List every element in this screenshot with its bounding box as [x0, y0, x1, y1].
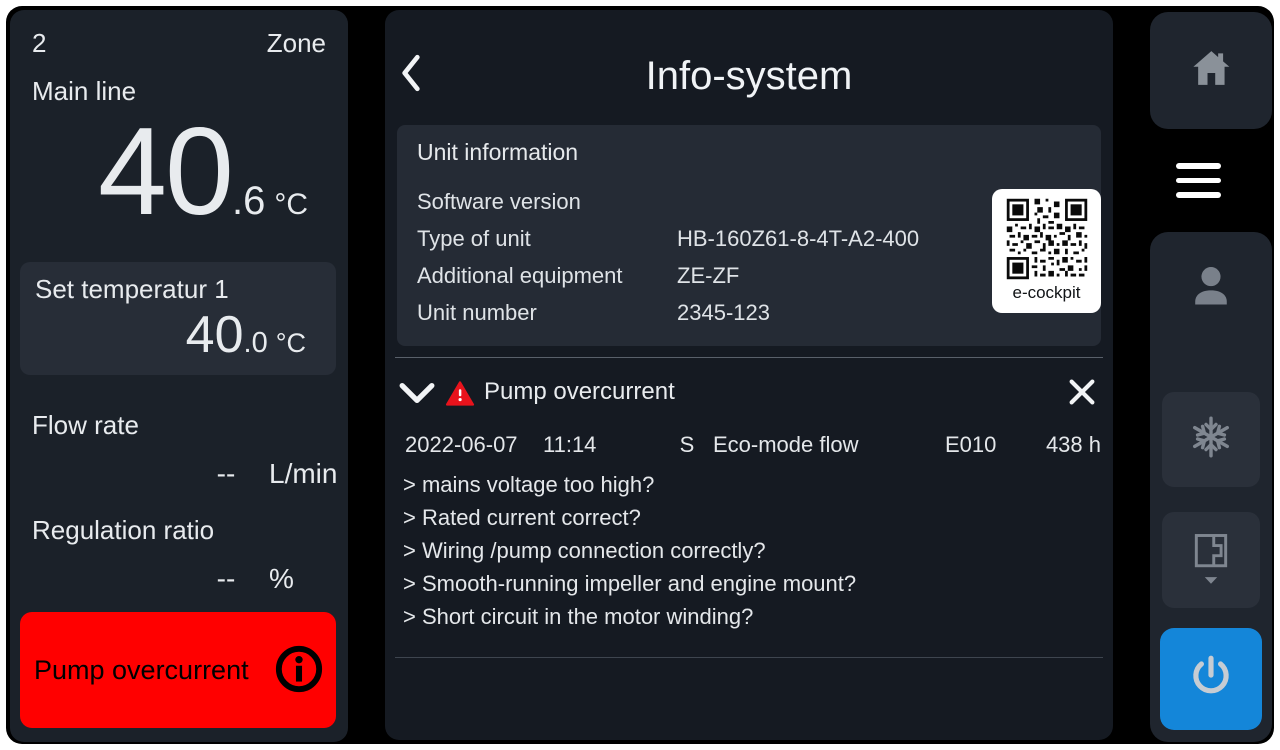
row-value: ZE-ZF	[677, 263, 981, 289]
row-label: Additional equipment	[417, 263, 677, 289]
menu-icon	[1176, 163, 1221, 198]
set-temperature-card[interactable]: Set temperatur 1 40.0 °C	[20, 262, 336, 375]
unit-information-title: Unit information	[417, 139, 578, 166]
set-temperature-int: 40	[186, 306, 244, 364]
alarm-date: 2022-06-07	[405, 432, 543, 458]
zone-label: Zone	[267, 28, 326, 59]
set-temperature-fraction: .0	[244, 327, 268, 359]
main-temperature-value: 40	[98, 103, 232, 241]
alarm-message: Eco-mode flow	[713, 432, 945, 458]
chevron-down-icon[interactable]	[399, 381, 435, 410]
snowflake-icon	[1187, 413, 1235, 466]
divider	[395, 357, 1103, 358]
close-icon[interactable]	[1067, 377, 1097, 412]
zone-number: 2	[32, 28, 46, 59]
device-screen: 2 Zone Main line 40.6°C Set temperatur 1…	[6, 6, 1274, 744]
check-item: > mains voltage too high?	[403, 468, 1095, 501]
power-icon	[1188, 654, 1234, 705]
row-value: HB-160Z61-8-4T-A2-400	[677, 226, 981, 252]
page-title: Info-system	[385, 54, 1113, 99]
flow-rate-value: --	[203, 458, 249, 490]
flow-rate-unit: L/min	[269, 458, 337, 490]
regulation-ratio-label: Regulation ratio	[32, 515, 214, 546]
alarm-detail-title: Pump overcurrent	[484, 378, 675, 406]
row-label: Unit number	[417, 300, 677, 326]
unit-information-rows: Software version Type of unit HB-160Z61-…	[417, 183, 981, 331]
unit-info-row: Software version	[417, 183, 981, 220]
warning-triangle-icon	[445, 380, 475, 412]
sidebar-cooling-button[interactable]	[1162, 392, 1260, 487]
sidebar-mold-button[interactable]	[1162, 512, 1260, 608]
alarm-time: 11:14	[543, 432, 661, 458]
unit-information-card: Unit information Software version Type o…	[397, 125, 1101, 346]
sidebar-home-button[interactable]	[1150, 12, 1272, 129]
alarm-code: E010	[945, 432, 1033, 458]
divider	[395, 657, 1103, 658]
alarm-meta-row: 2022-06-07 11:14 S Eco-mode flow E010 43…	[405, 432, 1101, 458]
info-icon[interactable]	[273, 643, 325, 700]
home-icon	[1187, 46, 1235, 95]
alarm-checklist: > mains voltage too high? > Rated curren…	[403, 468, 1095, 633]
alarm-runtime: 438 h	[1033, 432, 1101, 458]
sidebar-power-button[interactable]	[1160, 628, 1262, 730]
qr-code-icon	[1004, 196, 1090, 282]
row-label: Type of unit	[417, 226, 677, 252]
set-temperature-value: 40.0 °C	[186, 309, 306, 361]
row-label: Software version	[417, 189, 677, 215]
sidebar-menu-button[interactable]	[1130, 129, 1266, 232]
unit-info-row: Additional equipment ZE-ZF	[417, 257, 981, 294]
user-icon	[1186, 260, 1236, 319]
check-item: > Smooth-running impeller and engine mou…	[403, 567, 1095, 600]
alarm-state: S	[661, 432, 713, 458]
row-value: 2345-123	[677, 300, 981, 326]
main-temperature-unit: °C	[274, 188, 308, 221]
main-temperature-fraction: .6	[232, 179, 265, 223]
flow-rate-label: Flow rate	[32, 410, 139, 441]
alarm-detail-header: Pump overcurrent	[385, 374, 1113, 414]
flow-rate-row: -- L/min	[10, 458, 348, 492]
unit-info-row: Unit number 2345-123	[417, 294, 981, 331]
sidebar-user-button[interactable]	[1150, 260, 1272, 319]
zone-panel: 2 Zone Main line 40.6°C Set temperatur 1…	[10, 10, 348, 742]
qr-label: e-cockpit	[992, 284, 1101, 301]
unit-info-row: Type of unit HB-160Z61-8-4T-A2-400	[417, 220, 981, 257]
check-item: > Rated current correct?	[403, 501, 1095, 534]
main-temperature: 40.6°C	[10, 110, 308, 234]
qr-card: e-cockpit	[992, 189, 1101, 313]
check-item: > Short circuit in the motor winding?	[403, 600, 1095, 633]
check-item: > Wiring /pump connection correctly?	[403, 534, 1095, 567]
regulation-ratio-row: -- %	[10, 563, 348, 597]
set-temperature-unit: °C	[276, 328, 306, 358]
sidebar-column	[1150, 232, 1272, 742]
set-temperature-label: Set temperatur 1	[35, 274, 229, 305]
alarm-banner-label: Pump overcurrent	[34, 612, 249, 728]
regulation-ratio-unit: %	[269, 563, 294, 595]
info-system-panel: Info-system Unit information Software ve…	[385, 10, 1113, 740]
zone-header: 2 Zone	[32, 28, 326, 59]
mold-icon	[1189, 529, 1233, 591]
regulation-ratio-value: --	[203, 563, 249, 595]
alarm-banner[interactable]: Pump overcurrent	[20, 612, 336, 728]
